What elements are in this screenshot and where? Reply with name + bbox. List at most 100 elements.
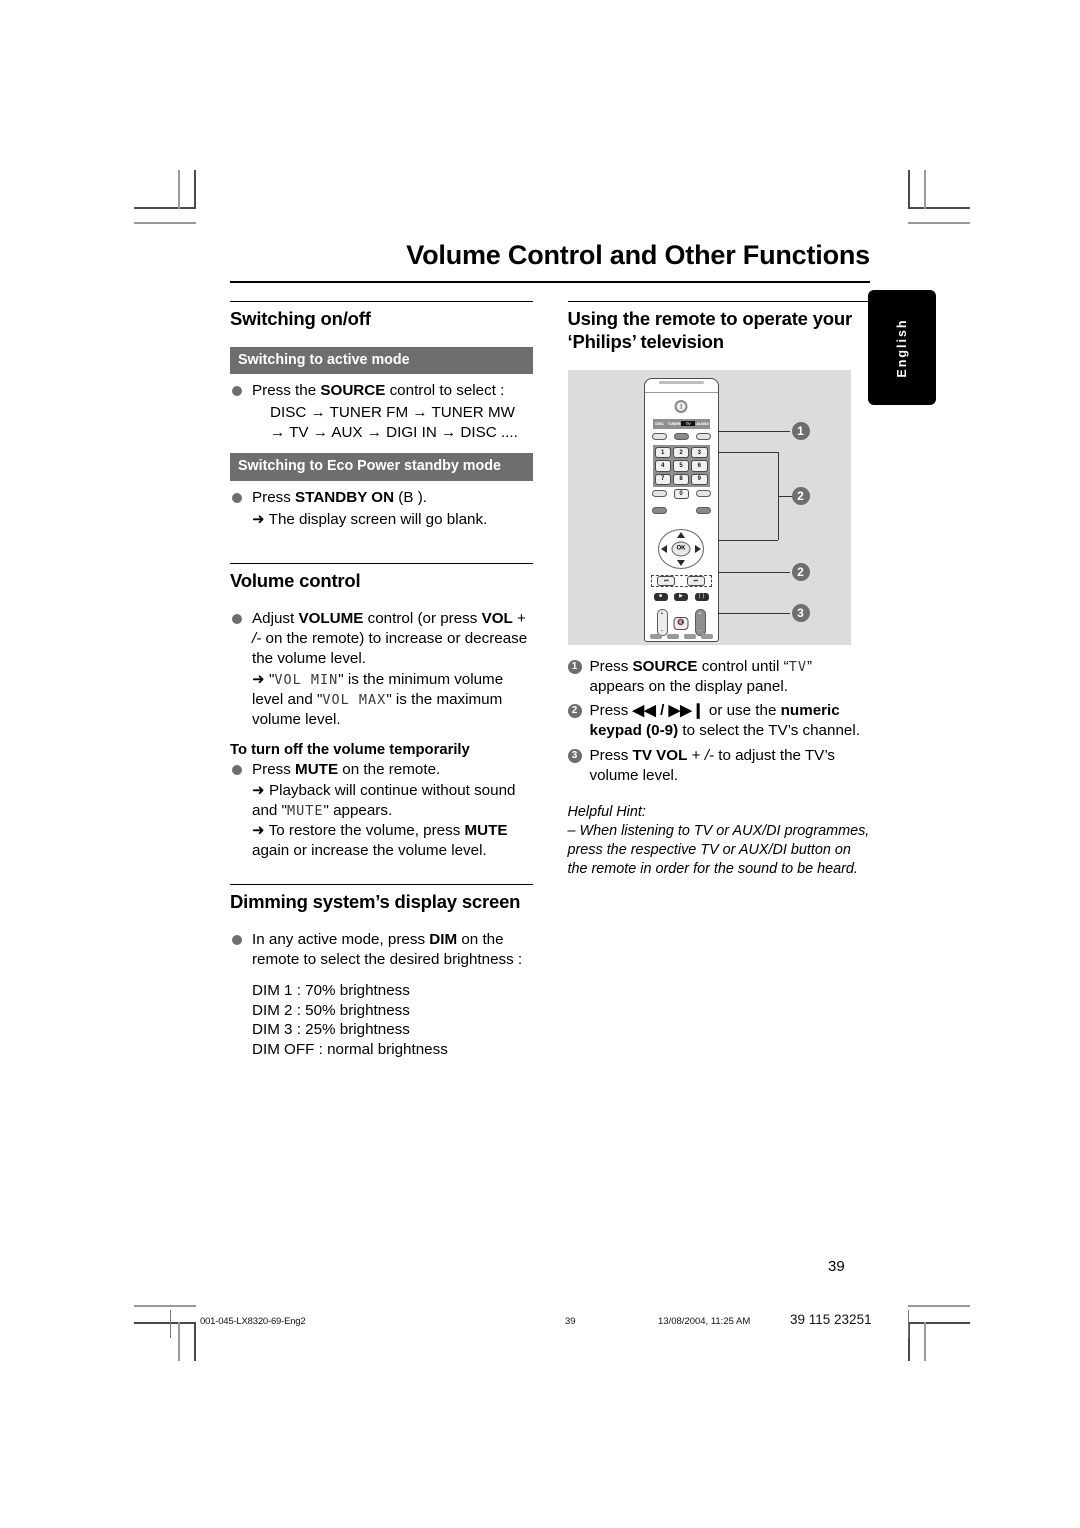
standby-text-post: (B ).	[394, 488, 427, 506]
bottom-button-2	[666, 633, 679, 639]
step-3-number: 3	[567, 748, 582, 763]
picture-time-button	[695, 490, 711, 498]
bleed-mark-tr-h	[908, 222, 970, 224]
callout-2a: 2	[791, 486, 810, 505]
tv-volume-rocker: + −	[694, 608, 706, 636]
bullet-adjust-volume: Adjust VOLUME control (or press VOL + /-…	[230, 609, 533, 668]
source-option-disc: DISC	[655, 421, 664, 427]
callout-1: 1	[791, 421, 810, 440]
pause-button: ❘❘	[694, 592, 709, 601]
key-5: 5	[672, 460, 690, 472]
callout-leader-1	[717, 430, 790, 432]
source-option-auxdi: AUX/DI	[696, 421, 709, 427]
key-3: 3	[691, 446, 708, 459]
step-1-number: 1	[567, 659, 582, 674]
bleed-mark-br-h	[908, 1305, 970, 1307]
volume-rocker: + −	[656, 608, 668, 636]
step-1-pre: Press	[589, 657, 633, 675]
key-0: 0	[673, 488, 689, 499]
subheading-mute: To turn off the volume temporarily	[230, 741, 470, 758]
language-tab: English	[868, 290, 936, 405]
restore-bold: MUTE	[464, 821, 508, 839]
footer-code: 39 115 23251	[790, 1312, 872, 1327]
step-2-bold-skip-icons: ◀◀ / ▶▶❙	[632, 702, 705, 720]
callout-leader-2b	[717, 539, 778, 541]
play-icon: ▶	[679, 593, 683, 600]
page-title: Volume Control and Other Functions	[406, 240, 870, 270]
skip-button-row-highlight: ⏮ ⏭	[650, 574, 712, 587]
step-1-bold: SOURCE	[632, 657, 698, 675]
left-column: Switching on/off Switching to active mod…	[230, 301, 533, 1060]
bullet-dot-icon	[232, 386, 242, 397]
dim-option-3: DIM 3 : 25% brightness	[252, 1021, 410, 1039]
heading-dimming-display: Dimming system’s display screen	[230, 891, 521, 913]
dim-option-2: DIM 2 : 50% brightness	[252, 1001, 410, 1019]
restore-pre: ➜ To restore the volume, press	[252, 821, 465, 839]
footer-timestamp: 13/08/2004, 11:25 AM	[658, 1316, 751, 1327]
helpful-hint-body: – When listening to TV or AUX/DI program…	[567, 823, 870, 878]
mute-arrow-post: " appears.	[323, 802, 393, 820]
crop-mark-tr-v	[908, 170, 910, 209]
key-6: 6	[691, 460, 708, 472]
lcd-vol-min: VOL MIN	[274, 672, 339, 689]
bullet-dot-icon	[232, 614, 242, 625]
arrow-pre: ➜ "	[252, 671, 275, 689]
bleed-mark-tl-v	[178, 170, 180, 209]
key-4: 4	[654, 460, 671, 472]
remote-button-row-top	[651, 432, 711, 440]
footer-rule-left	[170, 1310, 171, 1338]
dim-pre: In any active mode, press	[252, 931, 430, 949]
bullet-dot-icon	[232, 492, 242, 503]
remote-divider-line	[644, 391, 718, 393]
footer-page-number: 39	[565, 1316, 576, 1327]
numeric-keypad: 1 2 3 4 5 6 7 8 9	[652, 444, 710, 487]
crop-mark-tl-h	[134, 207, 196, 209]
mute-bold: MUTE	[295, 760, 339, 778]
transport-button-row: ■ ▶ ❘❘	[653, 592, 709, 601]
bullet-press-mute: Press MUTE on the remote.	[230, 760, 533, 780]
dim-option-off: DIM OFF : normal brightness	[252, 1041, 448, 1059]
remote-control-figure: DISC TUNER TV AUX/DI 1 2 3 4 5 6 7 8 9 0…	[567, 369, 851, 645]
section-rule-switching	[230, 301, 533, 302]
pause-icon: ❘❘	[697, 593, 706, 600]
crop-mark-tr-h	[908, 207, 970, 209]
bullet-text-post: control to select :	[385, 382, 505, 400]
bullet-text-bold: SOURCE	[320, 382, 386, 400]
step-2-pre: Press	[589, 702, 633, 720]
page-content: Volume Control and Other Functions Switc…	[230, 240, 870, 1060]
step-2-post: to select the TV’s channel.	[678, 722, 860, 740]
vol-post: on the remote) to increase or decrease t…	[252, 629, 528, 667]
nav-down-icon	[677, 559, 685, 566]
bleed-mark-tr-v	[924, 170, 926, 209]
bullet-press-dim: In any active mode, press DIM on the rem…	[230, 930, 533, 970]
arrow-vol-min-max: ➜ "VOL MIN" is the minimum volume level …	[230, 670, 533, 729]
helpful-hint-block: Helpful Hint: – When listening to TV or …	[568, 803, 871, 879]
right-column: Using the remote to operate your ‘Philip…	[567, 301, 871, 1060]
vol-plus: +	[512, 610, 526, 628]
source-chain-line-2: → TV → AUX → DIGI IN → DISC ....	[270, 423, 518, 441]
section-rule-remote-tv	[567, 301, 870, 302]
title-rule	[230, 281, 870, 283]
heading-volume-control: Volume control	[230, 570, 361, 592]
system-menu-button	[651, 506, 667, 514]
bleed-mark-tl-h	[134, 222, 196, 224]
heading-using-remote-tv: Using the remote to operate your ‘Philip…	[567, 308, 853, 352]
helpful-hint-title: Helpful Hint:	[567, 804, 646, 821]
bullet-dot-icon	[232, 935, 242, 946]
remote-button-row-system	[651, 506, 711, 514]
play-button: ▶	[674, 592, 688, 601]
print-footer: 001-045-LX8320-69-Eng2 39 13/08/2004, 11…	[170, 1310, 910, 1340]
vol-plus-icon: +	[660, 610, 664, 617]
navigation-pad: OK	[658, 528, 704, 569]
remote-button-row-program: 0	[651, 488, 711, 499]
step-1: 1 Press SOURCE control until “TV” appear…	[567, 657, 871, 697]
dim-bold: DIM	[429, 931, 458, 949]
skip-back-button: ⏮	[657, 575, 676, 586]
crop-mark-tl-v	[194, 170, 196, 209]
nav-right-icon	[695, 544, 701, 553]
step-3-pre: Press	[589, 746, 633, 764]
disc-menu-button	[695, 506, 711, 514]
power-button-icon	[674, 399, 688, 413]
bottom-button-4	[700, 633, 713, 639]
heading-switching-on-off: Switching on/off	[230, 308, 371, 329]
